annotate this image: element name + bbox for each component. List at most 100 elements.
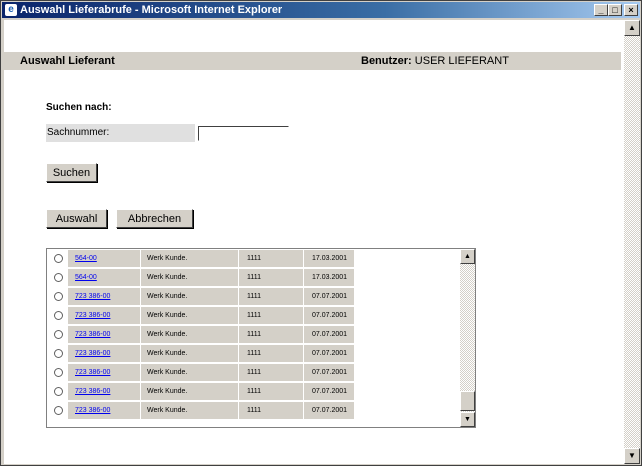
page-header: Auswahl Lieferant Benutzer: USER LIEFERA… (4, 52, 621, 70)
number-cell: 1111 (239, 288, 303, 305)
part-number-link[interactable]: 723 386-00 (68, 388, 110, 395)
part-cell: 723 386-00 (68, 383, 140, 400)
date-cell: 07.07.2001 (304, 345, 354, 362)
date-cell: 17.03.2001 (304, 269, 354, 286)
part-cell: 723 386-00 (68, 307, 140, 324)
werk-cell: Werk Kunde. (141, 383, 238, 400)
radio-button[interactable] (54, 368, 63, 377)
browser-window: e Auswahl Lieferabrufe - Microsoft Inter… (0, 0, 642, 466)
date-cell: 07.07.2001 (304, 326, 354, 343)
result-row[interactable]: 564-00 Werk Kunde. 1111 17.03.2001 (48, 249, 459, 268)
row-radio-cell[interactable] (48, 345, 67, 362)
part-cell: 723 386-00 (68, 326, 140, 343)
scroll-thumb[interactable] (460, 391, 475, 411)
radio-button[interactable] (54, 349, 63, 358)
part-number-link[interactable]: 723 386-00 (68, 369, 110, 376)
number-cell: 1111 (239, 307, 303, 324)
result-row[interactable]: 723 386-00 Werk Kunde. 1111 07.07.2001 (48, 287, 459, 306)
results-scrollbar[interactable]: ▲ ▼ (460, 249, 475, 427)
part-number-link[interactable]: 564-00 (68, 274, 97, 281)
row-radio-cell[interactable] (48, 383, 67, 400)
werk-cell: Werk Kunde. (141, 250, 238, 267)
minimize-button[interactable]: _ (594, 4, 608, 16)
search-button[interactable]: Suchen (46, 163, 97, 182)
part-cell: 723 386-00 (68, 345, 140, 362)
part-cell: 723 386-00 (68, 288, 140, 305)
number-cell: 1111 (239, 250, 303, 267)
number-cell: 1111 (239, 326, 303, 343)
result-row[interactable]: 723 386-00 Werk Kunde. 1111 07.07.2001 (48, 344, 459, 363)
row-radio-cell[interactable] (48, 307, 67, 324)
row-radio-cell[interactable] (48, 326, 67, 343)
cancel-button[interactable]: Abbrechen (116, 209, 193, 228)
scroll-down-arrow-icon[interactable]: ▼ (460, 412, 475, 427)
number-cell: 1111 (239, 345, 303, 362)
werk-cell: Werk Kunde. (141, 326, 238, 343)
date-cell: 07.07.2001 (304, 383, 354, 400)
part-number-link[interactable]: 723 386-00 (68, 407, 110, 414)
number-cell: 1111 (239, 383, 303, 400)
part-number-link[interactable]: 564-00 (68, 255, 97, 262)
results-list[interactable]: 564-00 Werk Kunde. 1111 17.03.2001 564-00 Wer… (46, 248, 476, 428)
date-cell: 07.07.2001 (304, 307, 354, 324)
row-radio-cell[interactable] (48, 364, 67, 381)
result-row[interactable]: 723 386-00 Werk Kunde. 1111 07.07.2001 (48, 325, 459, 344)
result-row[interactable]: 564-00 Werk Kunde. 1111 17.03.2001 (48, 268, 459, 287)
werk-cell: Werk Kunde. (141, 364, 238, 381)
radio-button[interactable] (54, 330, 63, 339)
page-scroll-down-icon[interactable]: ▼ (624, 448, 640, 464)
radio-button[interactable] (54, 254, 63, 263)
date-cell: 17.03.2001 (304, 250, 354, 267)
user-label: Benutzer: (361, 55, 412, 67)
page-scroll-up-icon[interactable]: ▲ (624, 20, 640, 36)
number-cell: 1111 (239, 269, 303, 286)
scroll-up-arrow-icon[interactable]: ▲ (460, 249, 475, 264)
werk-cell: Werk Kunde. (141, 345, 238, 362)
date-cell: 07.07.2001 (304, 364, 354, 381)
page-scrollbar[interactable]: ▲ ▼ (624, 20, 640, 464)
part-number-input[interactable] (198, 126, 289, 141)
number-cell: 1111 (239, 402, 303, 419)
werk-cell: Werk Kunde. (141, 307, 238, 324)
user-info: Benutzer: USER LIEFERANT (361, 52, 509, 70)
date-cell: 07.07.2001 (304, 402, 354, 419)
results-rows: 564-00 Werk Kunde. 1111 17.03.2001 564-00 Wer… (48, 249, 459, 420)
number-cell: 1111 (239, 364, 303, 381)
window-title: Auswahl Lieferabrufe - Microsoft Interne… (20, 4, 283, 16)
maximize-button[interactable]: □ (608, 4, 622, 16)
radio-button[interactable] (54, 387, 63, 396)
title-bar[interactable]: e Auswahl Lieferabrufe - Microsoft Inter… (2, 2, 640, 18)
part-number-link[interactable]: 723 386-00 (68, 331, 110, 338)
row-radio-cell[interactable] (48, 250, 67, 267)
part-cell: 564-00 (68, 269, 140, 286)
result-row[interactable]: 723 386-00 Werk Kunde. 1111 07.07.2001 (48, 382, 459, 401)
page-content: Auswahl Lieferant Benutzer: USER LIEFERA… (4, 20, 624, 464)
result-row[interactable]: 723 386-00 Werk Kunde. 1111 07.07.2001 (48, 306, 459, 325)
result-row[interactable]: 723 386-00 Werk Kunde. 1111 07.07.2001 (48, 401, 459, 420)
part-number-link[interactable]: 723 386-00 (68, 293, 110, 300)
part-cell: 723 386-00 (68, 402, 140, 419)
part-number-link[interactable]: 723 386-00 (68, 350, 110, 357)
radio-button[interactable] (54, 406, 63, 415)
werk-cell: Werk Kunde. (141, 269, 238, 286)
close-button[interactable]: × (624, 4, 638, 16)
row-radio-cell[interactable] (48, 269, 67, 286)
part-cell: 564-00 (68, 250, 140, 267)
user-name: USER LIEFERANT (414, 55, 509, 67)
page-title: Auswahl Lieferant (20, 55, 115, 67)
radio-button[interactable] (54, 311, 63, 320)
date-cell: 07.07.2001 (304, 288, 354, 305)
row-radio-cell[interactable] (48, 288, 67, 305)
werk-cell: Werk Kunde. (141, 402, 238, 419)
internet-explorer-icon: e (5, 4, 17, 16)
radio-button[interactable] (54, 273, 63, 282)
select-button[interactable]: Auswahl (46, 209, 107, 228)
part-number-link[interactable]: 723 386-00 (68, 312, 110, 319)
radio-button[interactable] (54, 292, 63, 301)
result-row[interactable]: 723 386-00 Werk Kunde. 1111 07.07.2001 (48, 363, 459, 382)
part-number-label: Sachnummer: (46, 124, 195, 142)
part-cell: 723 386-00 (68, 364, 140, 381)
row-radio-cell[interactable] (48, 402, 67, 419)
werk-cell: Werk Kunde. (141, 288, 238, 305)
search-heading: Suchen nach: (46, 102, 112, 113)
